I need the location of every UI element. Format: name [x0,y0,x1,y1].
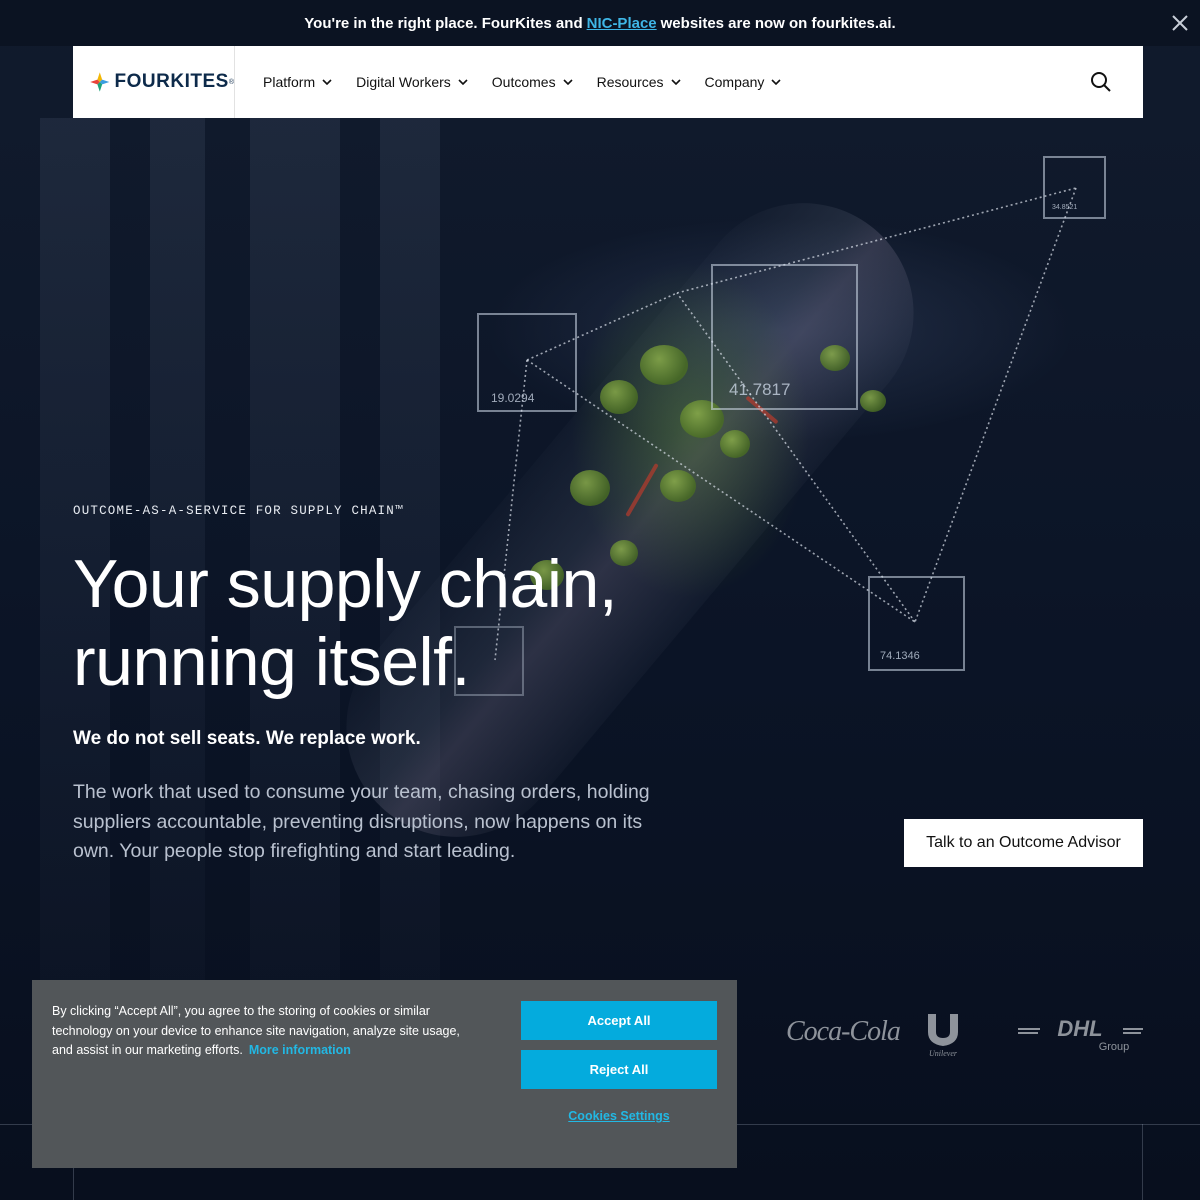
hero-description: The work that used to consume your team,… [73,781,650,862]
cookie-consent-banner: By clicking “Accept All”, you agree to t… [32,980,737,1168]
data-box: 74.1346 [868,576,965,671]
unilever-wordmark: Unilever [929,1049,958,1058]
hero-headline: Your supply chain, running itself. [73,545,773,701]
announcement-text: You're in the right place. FourKites and [304,14,583,32]
nav-item-label: Company [704,74,765,90]
nav-item-platform[interactable]: Platform [263,74,332,90]
nav-item-company[interactable]: Company [705,74,782,90]
logo-trademark: ® [228,78,234,86]
data-value: 41.7817 [729,380,791,399]
cookie-policy-text: By clicking “Accept All”, you agree to t… [52,1002,462,1061]
fourkites-kite-icon [90,72,110,92]
data-box: 41.7817 [711,264,858,410]
hero-tagline: We do not sell seats. We replace work. [73,728,421,749]
nav-item-resources[interactable]: Resources [597,74,681,90]
dhl-group-label: Group [1099,1041,1130,1053]
nav-item-label: Platform [263,74,316,90]
nav-menu: Platform Digital Workers Outcomes Resour… [263,74,805,90]
fourkites-logo[interactable]: FOURKITES ® [73,46,235,118]
data-box: 19.0294 [477,313,577,412]
chevron-down-icon [322,79,332,85]
grid-line [1142,1124,1143,1200]
hero-eyebrow: OUTCOME-AS-A-SERVICE FOR SUPPLY CHAIN™ [73,504,404,518]
unilever-logo: Unilever [928,1014,958,1058]
headline-line-1: Your supply chain, [73,546,618,622]
more-information-link[interactable]: More information [249,1043,351,1057]
nav-item-digital-workers[interactable]: Digital Workers [356,74,468,90]
coca-cola-logo: Coca-Cola [786,1016,901,1047]
main-navigation: FOURKITES ® Platform Digital Workers Outc… [73,46,1143,118]
talk-to-advisor-button[interactable]: Talk to an Outcome Advisor [904,819,1143,867]
nav-item-label: Outcomes [491,74,556,90]
chevron-down-icon [563,79,573,85]
chevron-down-icon [771,79,782,85]
headline-line-2: running itself. [73,624,470,700]
data-box: 34.8521 [1043,156,1106,219]
chevron-down-icon [670,79,681,85]
logo-wordmark: FOURKITES [114,71,229,92]
announcement-text-end: websites are now on fourkites.ai. [660,14,896,32]
nic-place-link[interactable]: NIC-Place [587,15,657,32]
accept-all-button[interactable]: Accept All [521,1001,717,1040]
dhl-logo: DHL Group [1018,1016,1143,1053]
chevron-down-icon [458,79,468,85]
dhl-wordmark: DHL [1057,1016,1102,1041]
search-icon[interactable] [1089,70,1113,94]
close-icon[interactable] [1168,11,1192,35]
cookies-settings-link[interactable]: Cookies Settings [521,1109,717,1123]
data-value: 74.1346 [880,650,920,662]
data-value: 19.0294 [491,391,535,405]
nav-item-label: Resources [596,74,664,90]
data-value: 34.8521 [1052,204,1078,211]
announcement-bar: You're in the right place. FourKites and… [0,0,1200,46]
nav-item-label: Digital Workers [356,74,451,90]
reject-all-button[interactable]: Reject All [521,1050,717,1089]
nav-item-outcomes[interactable]: Outcomes [492,74,573,90]
